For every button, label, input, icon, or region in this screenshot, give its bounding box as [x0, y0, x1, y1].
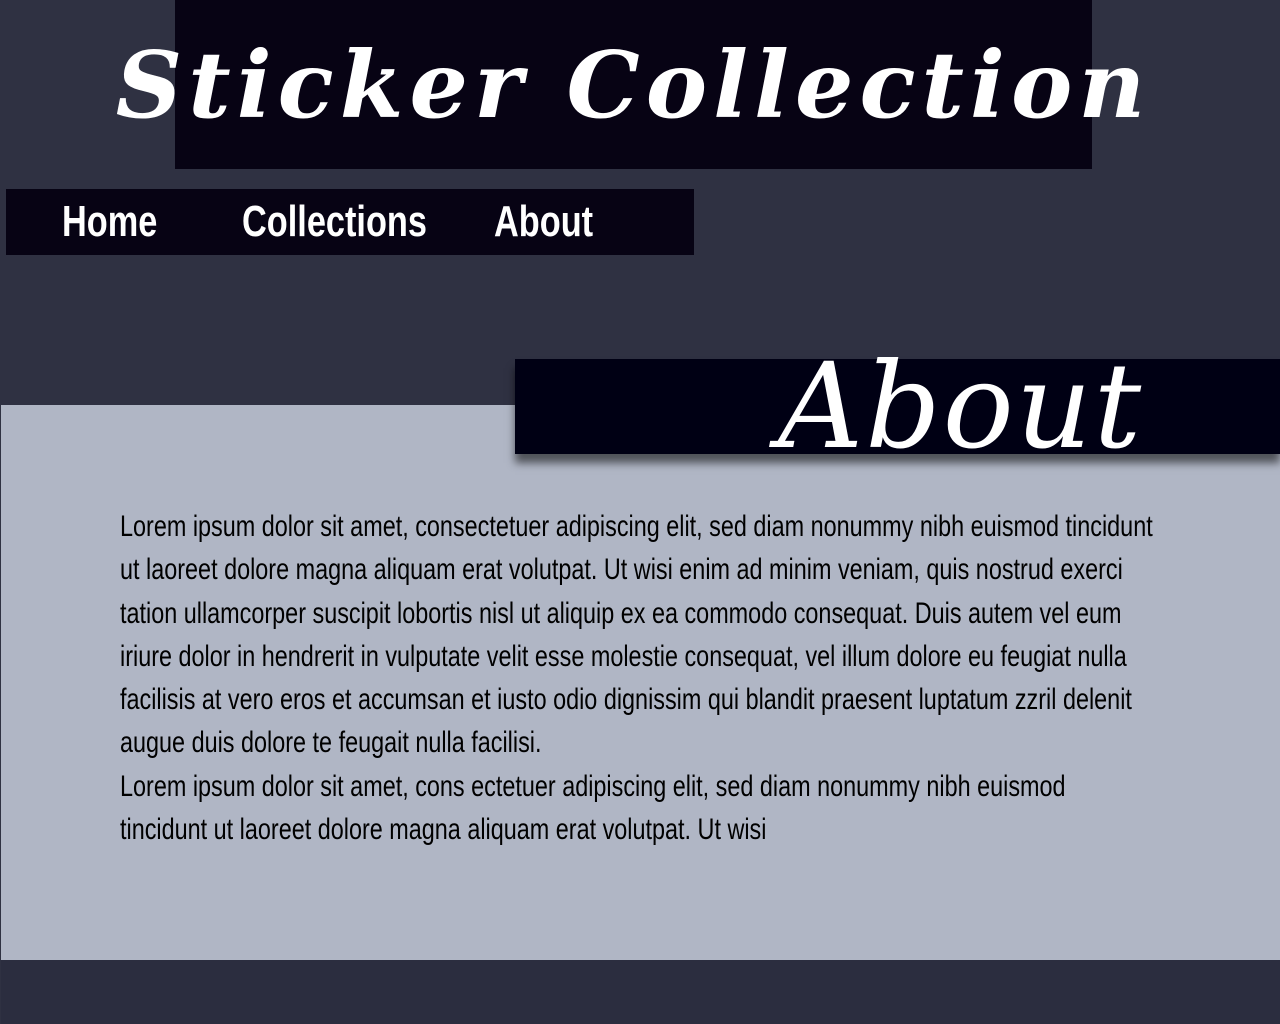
site-title: Sticker Collection: [115, 30, 1152, 139]
page: Sticker Collection Home Collections Abou…: [0, 0, 1280, 1024]
about-paragraph: Lorem ipsum dolor sit amet, consectetuer…: [120, 510, 1153, 760]
nav-about-link[interactable]: About: [494, 193, 593, 251]
nav-bar: Home Collections About: [6, 189, 694, 255]
about-paragraph: Lorem ipsum dolor sit amet, cons ectetue…: [120, 769, 1066, 847]
title-banner: Sticker Collection: [116, 0, 1145, 169]
footer: [1, 960, 1280, 1024]
section-title: About: [778, 337, 1144, 475]
nav-collections-link[interactable]: Collections: [242, 193, 427, 251]
nav-home-link[interactable]: Home: [62, 193, 157, 251]
about-body-text: Lorem ipsum dolor sit amet, consectetuer…: [120, 505, 1160, 851]
